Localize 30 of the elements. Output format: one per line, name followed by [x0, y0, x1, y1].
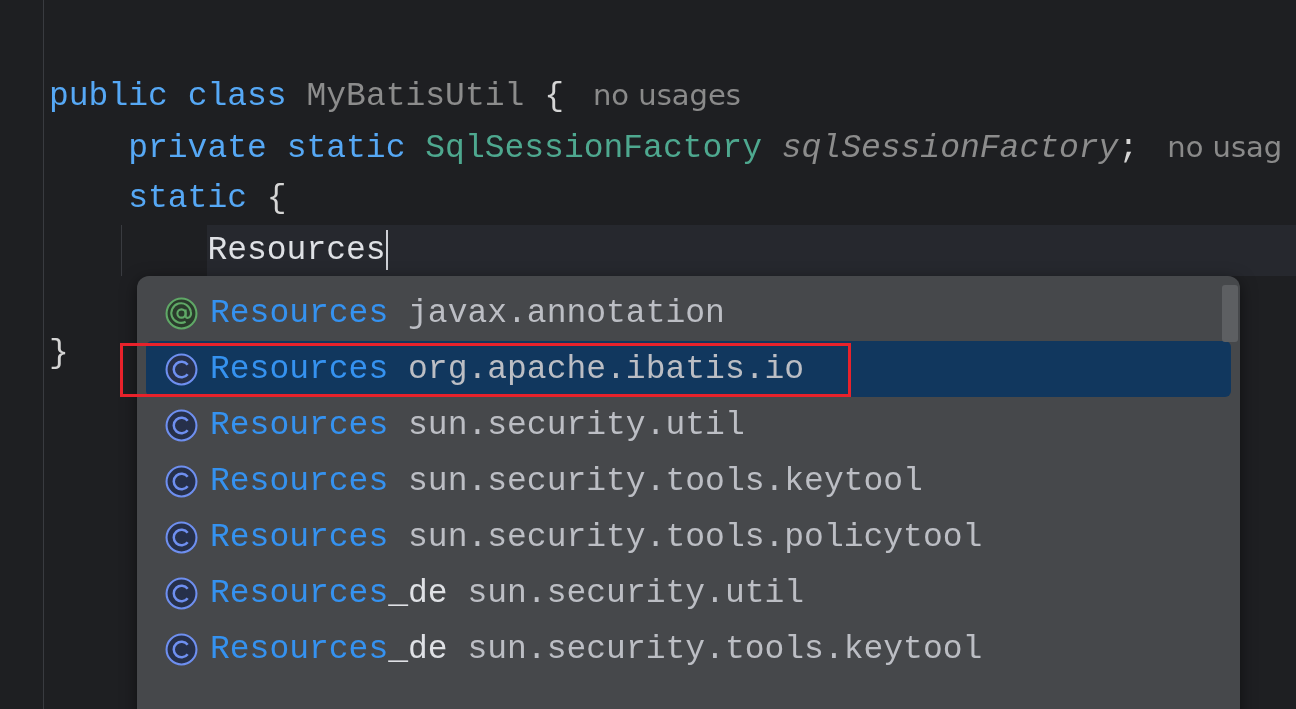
- keyword: private: [128, 129, 267, 167]
- class-name: MyBatisUtil: [306, 78, 525, 115]
- punctuation: {: [266, 180, 287, 217]
- completion-item[interactable]: Resources sun.security.tools.keytool: [146, 453, 1231, 509]
- keyword: static: [286, 129, 406, 167]
- keyword: class: [187, 78, 287, 115]
- completion-item[interactable]: Resources_de sun.security.tools.keytool: [146, 621, 1231, 677]
- usage-hint: no usages: [593, 78, 741, 112]
- punctuation: {: [544, 78, 564, 115]
- type-name: SqlSessionFactory: [425, 129, 762, 167]
- completion-item[interactable]: Resources org.apache.ibatis.io: [146, 341, 1231, 397]
- usage-hint: no usag: [1167, 129, 1283, 164]
- keyword: static: [128, 180, 248, 217]
- completion-item[interactable]: Resources sun.security.util: [146, 397, 1231, 453]
- class-icon: [165, 408, 198, 442]
- keyword: public: [49, 78, 168, 115]
- field-name: sqlSessionFactory: [781, 129, 1119, 167]
- punctuation: ;: [1118, 129, 1139, 167]
- class-icon: [165, 632, 198, 666]
- class-icon: [165, 520, 198, 554]
- class-icon: [165, 576, 198, 610]
- class-icon: [165, 464, 198, 498]
- class-icon: [165, 352, 198, 386]
- completion-item[interactable]: Resources sun.security.tools.policytool: [146, 509, 1231, 565]
- completion-item[interactable]: Resources_de sun.security.util: [146, 565, 1231, 621]
- annotation-icon: [165, 296, 198, 330]
- punctuation: }: [49, 334, 69, 372]
- scrollbar-thumb[interactable]: [1222, 285, 1238, 342]
- typed-text: Resources: [207, 231, 386, 269]
- completion-item[interactable]: Resources javax.annotation: [146, 285, 1231, 341]
